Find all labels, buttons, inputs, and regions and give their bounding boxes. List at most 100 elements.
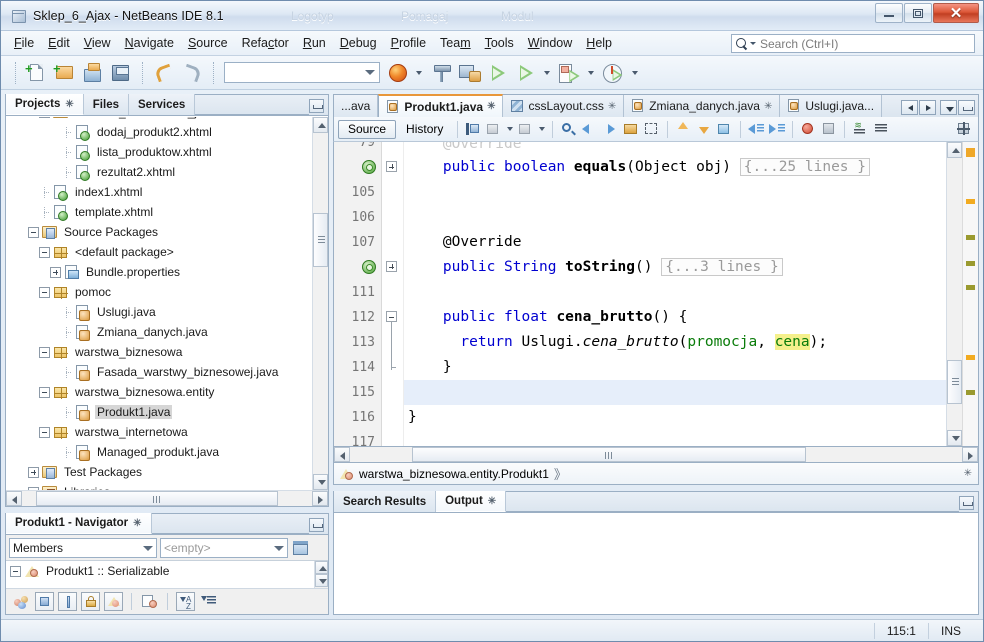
open-project-icon[interactable] [80, 60, 106, 86]
code-line[interactable] [404, 380, 946, 405]
editor-tab[interactable]: ...ava [334, 95, 379, 117]
hscrollbar-thumb[interactable] [36, 491, 278, 506]
sort-alphabetically-icon[interactable]: AZ [176, 592, 195, 611]
project-tree-vscrollbar[interactable] [312, 117, 328, 490]
editor-tab[interactable]: Zmiana_danych.java ✳ [624, 95, 781, 117]
next-error-icon[interactable] [694, 119, 714, 139]
menu-help[interactable]: Help [579, 33, 619, 53]
navigator-scope-combo[interactable]: Members [9, 538, 157, 558]
forward-dropdown-caret-icon[interactable] [539, 127, 546, 131]
breadcrumb-path[interactable]: warstwa_biznesowa.entity.Produkt1 [359, 467, 549, 481]
editor-tab[interactable]: Uslugi.java... [780, 95, 883, 117]
error-mark[interactable] [966, 148, 975, 157]
back-dropdown-caret-icon[interactable] [507, 127, 514, 131]
tab-navigator[interactable]: Produkt1 - Navigator ✳ [6, 513, 152, 534]
expand-toggle-icon[interactable] [50, 266, 61, 278]
code-text-area[interactable]: @Override public boolean equals(Object o… [404, 142, 946, 446]
hscrollbar-thumb[interactable] [412, 447, 806, 462]
menu-team[interactable]: Team [433, 33, 478, 53]
project-tree[interactable]: warstwa_internetowa_jsf dodaj_produkt2.xh… [6, 117, 312, 490]
code-line[interactable]: @Override [404, 230, 946, 255]
expand-fold-icon[interactable] [386, 261, 397, 272]
override-annotation-icon[interactable] [362, 160, 376, 174]
previous-error-icon[interactable] [673, 119, 693, 139]
clean-build-icon[interactable] [456, 60, 482, 86]
minimize-navigator-button[interactable] [309, 518, 324, 532]
close-icon[interactable]: ✳ [764, 101, 772, 112]
start-macro-recording-icon[interactable] [798, 119, 818, 139]
menu-profile[interactable]: Profile [384, 33, 433, 53]
collapse-toggle-icon[interactable] [39, 286, 50, 298]
editor-tab[interactable]: cssLayout.css ✳ [503, 95, 625, 117]
undo-icon[interactable] [151, 60, 177, 86]
maximize-button[interactable] [904, 3, 932, 23]
tree-node[interactable]: index1.xhtml [6, 182, 312, 202]
error-annotation-strip[interactable] [962, 142, 978, 446]
scroll-up-button[interactable] [315, 561, 328, 574]
code-line[interactable]: public float cena_brutto() { [404, 305, 946, 330]
show-inherited-members-icon[interactable] [12, 592, 31, 611]
tab-services[interactable]: Services [129, 94, 196, 115]
new-file-icon[interactable]: + [24, 60, 50, 86]
hscroll-track[interactable] [22, 491, 312, 506]
configuration-combo[interactable] [224, 62, 380, 83]
navigator-vscrollbar[interactable] [314, 561, 328, 588]
scrollbar-thumb[interactable] [313, 213, 328, 267]
error-mark[interactable] [966, 355, 975, 360]
tab-search-results[interactable]: Search Results [334, 491, 437, 512]
menu-window[interactable]: Window [521, 33, 579, 53]
shift-line-left-icon[interactable] [746, 119, 766, 139]
tree-node[interactable]: dodaj_produkt2.xhtml [6, 122, 312, 142]
tree-node[interactable]: warstwa_biznesowa [6, 342, 312, 362]
find-selection-icon[interactable] [558, 119, 578, 139]
run-project-icon[interactable] [484, 60, 510, 86]
menu-view[interactable]: View [77, 33, 118, 53]
collapse-fold-icon[interactable] [386, 311, 397, 322]
browser-firefox-icon[interactable] [384, 60, 410, 86]
browser-dropdown-caret-icon[interactable] [416, 70, 422, 75]
tree-node[interactable]: template.xhtml [6, 202, 312, 222]
scroll-down-button[interactable] [313, 474, 328, 490]
scroll-right-button[interactable] [962, 447, 978, 462]
error-mark[interactable] [966, 285, 975, 290]
search-field[interactable]: Search (Ctrl+I) [731, 34, 975, 53]
search-dropdown-caret-icon[interactable] [750, 42, 756, 45]
tree-node[interactable]: Produkt1.java [6, 402, 312, 422]
tree-node[interactable]: Source Packages [6, 222, 312, 242]
code-line[interactable]: } [404, 355, 946, 380]
scroll-left-button[interactable] [6, 491, 22, 506]
last-edit-position-icon[interactable] [463, 119, 483, 139]
next-bookmark-icon[interactable] [600, 119, 620, 139]
scroll-tabs-right-button[interactable] [919, 100, 936, 115]
tree-node[interactable]: <default package> [6, 242, 312, 262]
toggle-highlight-icon[interactable] [954, 119, 974, 139]
navigator-list-item[interactable]: Produkt1 :: Serializable [6, 561, 328, 581]
tree-node[interactable]: warstwa_internetowa [6, 422, 312, 442]
code-line[interactable] [404, 205, 946, 230]
tab-history[interactable]: History [397, 120, 452, 139]
code-line[interactable]: return Uslugi.cena_brutto(promocja, cena… [404, 330, 946, 355]
tree-node[interactable]: Bundle.properties [6, 262, 312, 282]
code-fold-bar[interactable] [382, 142, 404, 446]
redo-icon[interactable] [179, 60, 205, 86]
profile-dropdown-caret-icon[interactable] [632, 70, 638, 75]
menu-debug[interactable]: Debug [333, 33, 384, 53]
tab-source[interactable]: Source [338, 119, 397, 139]
scroll-up-button[interactable] [947, 142, 962, 158]
save-all-icon[interactable] [108, 60, 134, 86]
profile-project-icon[interactable] [600, 60, 626, 86]
minimize-output-button[interactable] [959, 496, 974, 510]
error-mark[interactable] [966, 235, 975, 240]
scroll-up-button[interactable] [313, 117, 328, 133]
scroll-right-button[interactable] [312, 491, 328, 506]
code-line[interactable] [404, 430, 946, 446]
expand-toggle-icon[interactable] [28, 466, 39, 478]
tree-node[interactable]: Zmiana_danych.java [6, 322, 312, 342]
scrollbar-thumb[interactable] [947, 360, 962, 404]
tree-node[interactable]: Libraries [6, 482, 312, 490]
inspect-members-icon[interactable] [291, 539, 310, 558]
collapse-toggle-icon[interactable] [39, 386, 50, 398]
minimize-button[interactable] [875, 3, 903, 23]
expand-fold-icon[interactable] [386, 161, 397, 172]
tree-node[interactable]: pomoc [6, 282, 312, 302]
